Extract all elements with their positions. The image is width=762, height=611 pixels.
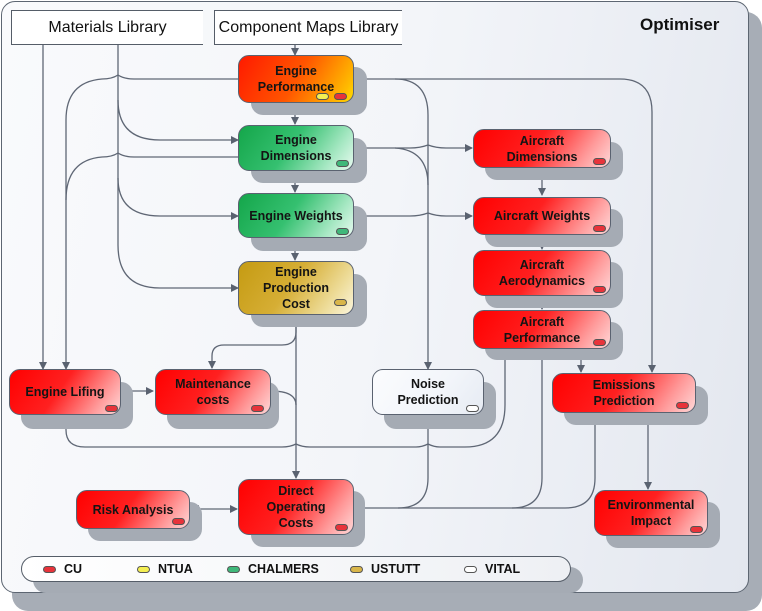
ntua-status-pill-icon xyxy=(316,93,329,100)
legend-item-chalmers: CHALMERS xyxy=(227,562,319,576)
node-label-line: Impact xyxy=(630,514,672,528)
node-emissions-prediction[interactable]: Emissions Prediction xyxy=(552,373,696,413)
legend-label: CHALMERS xyxy=(248,562,319,576)
node-aircraft-dimensions[interactable]: Aircraft Dimensions xyxy=(473,129,611,168)
cu-status-pill-icon xyxy=(690,526,703,533)
legend-label: VITAL xyxy=(485,562,521,576)
node-label-line: Maintenance xyxy=(175,377,251,391)
node-label-line: costs xyxy=(196,393,230,407)
node-engine-performance[interactable]: Engine Performance xyxy=(238,55,354,103)
node-label-line: Aerodynamics xyxy=(498,274,586,288)
chalmers-pill-icon xyxy=(227,565,240,573)
node-environmental-impact[interactable]: Environmental Impact xyxy=(594,490,708,536)
vital-status-pill-icon xyxy=(466,405,479,412)
node-label-line: Risk Analysis xyxy=(92,502,174,517)
vital-pill-icon xyxy=(464,565,477,573)
legend-label: NTUA xyxy=(158,562,193,576)
cu-status-pill-icon xyxy=(334,93,347,100)
chalmers-status-pill-icon xyxy=(336,228,349,235)
cu-status-pill-icon xyxy=(251,405,264,412)
cu-status-pill-icon xyxy=(676,402,689,409)
cu-pill-icon xyxy=(43,565,56,573)
node-aircraft-weights[interactable]: Aircraft Weights xyxy=(473,197,611,235)
node-direct-operating-costs[interactable]: Direct Operating Costs xyxy=(238,479,354,535)
node-maintenance-costs[interactable]: Maintenance costs xyxy=(155,369,271,415)
node-label-line: Direct xyxy=(278,484,314,498)
node-label-line: Prediction xyxy=(397,393,459,407)
legend-label: USTUTT xyxy=(371,562,421,576)
cu-status-pill-icon xyxy=(335,524,348,531)
wire-materials-to-engine-production xyxy=(117,244,239,292)
legend-item-ntua: NTUA xyxy=(137,562,193,576)
cu-status-pill-icon xyxy=(105,405,118,412)
chalmers-status-pill-icon xyxy=(336,160,349,167)
node-engine-production-cost[interactable]: Engine Production Cost xyxy=(238,261,354,315)
ustutt-status-pill-icon xyxy=(334,299,347,306)
wire-emissions-to-doc xyxy=(512,412,596,509)
node-label-line: Costs xyxy=(278,516,314,530)
cu-status-pill-icon xyxy=(593,339,606,346)
node-label-line: Emissions xyxy=(592,378,656,392)
wire-engine-dimensions-to-aircraft-dimensions xyxy=(354,144,473,152)
node-label-line: Engine Lifing xyxy=(25,385,105,399)
legend-label: CU xyxy=(64,562,83,576)
node-label-line: Environmental xyxy=(607,498,695,512)
node-label-line: Engine xyxy=(275,133,317,147)
node-label-line: Engine xyxy=(275,64,317,78)
cu-status-pill-icon xyxy=(172,518,185,525)
node-label-line: Production xyxy=(263,281,329,295)
node-engine-weights[interactable]: Engine Weights xyxy=(238,193,354,238)
ustutt-pill-icon xyxy=(350,565,363,573)
node-label-line: Engine xyxy=(275,265,317,279)
node-engine-dimensions[interactable]: Engine Dimensions xyxy=(238,125,354,171)
legend-item-vital: VITAL xyxy=(464,562,520,576)
node-label-line: Operating xyxy=(266,500,326,514)
node-label-line: Dimensions xyxy=(260,149,332,163)
node-label-line: Aircraft xyxy=(519,258,565,272)
legend: CU NTUA CHALMERS USTUTT VITAL xyxy=(21,556,571,582)
legend-item-cu: CU xyxy=(43,562,82,576)
node-label-line: Engine Weights xyxy=(249,208,343,223)
node-risk-analysis[interactable]: Risk Analysis xyxy=(76,490,190,529)
node-label-line: Noise xyxy=(410,377,446,391)
node-engine-lifing[interactable]: Engine Lifing xyxy=(9,369,121,415)
node-label-line: Aircraft Weights xyxy=(493,209,591,223)
node-label-line: Aircraft xyxy=(519,314,565,329)
wire-engine-performance-left xyxy=(62,74,238,370)
node-label-line: Performance xyxy=(503,330,581,345)
node-label-line: Aircraft xyxy=(519,133,565,148)
node-label-line: Cost xyxy=(282,297,310,311)
node-aircraft-aerodynamics[interactable]: Aircraft Aerodynamics xyxy=(473,250,611,296)
node-label-line: Dimensions xyxy=(506,149,578,164)
wire-engine-dimensions-left xyxy=(65,152,238,201)
cu-status-pill-icon xyxy=(593,225,606,232)
wire-engine-dimensions-to-noise xyxy=(394,147,429,186)
node-label-line: Prediction xyxy=(593,394,655,408)
node-noise-prediction[interactable]: Noise Prediction xyxy=(372,369,484,415)
cu-status-pill-icon xyxy=(593,286,606,293)
wire-materials-to-engine-weights xyxy=(117,177,239,220)
wire-materials-to-engine-dimensions xyxy=(117,99,239,144)
wire-engine-weights-to-aircraft-weights xyxy=(354,212,473,220)
node-aircraft-performance[interactable]: Aircraft Performance xyxy=(473,310,611,349)
ntua-pill-icon xyxy=(137,565,150,573)
legend-item-ustutt: USTUTT xyxy=(350,562,420,576)
cu-status-pill-icon xyxy=(593,158,606,165)
